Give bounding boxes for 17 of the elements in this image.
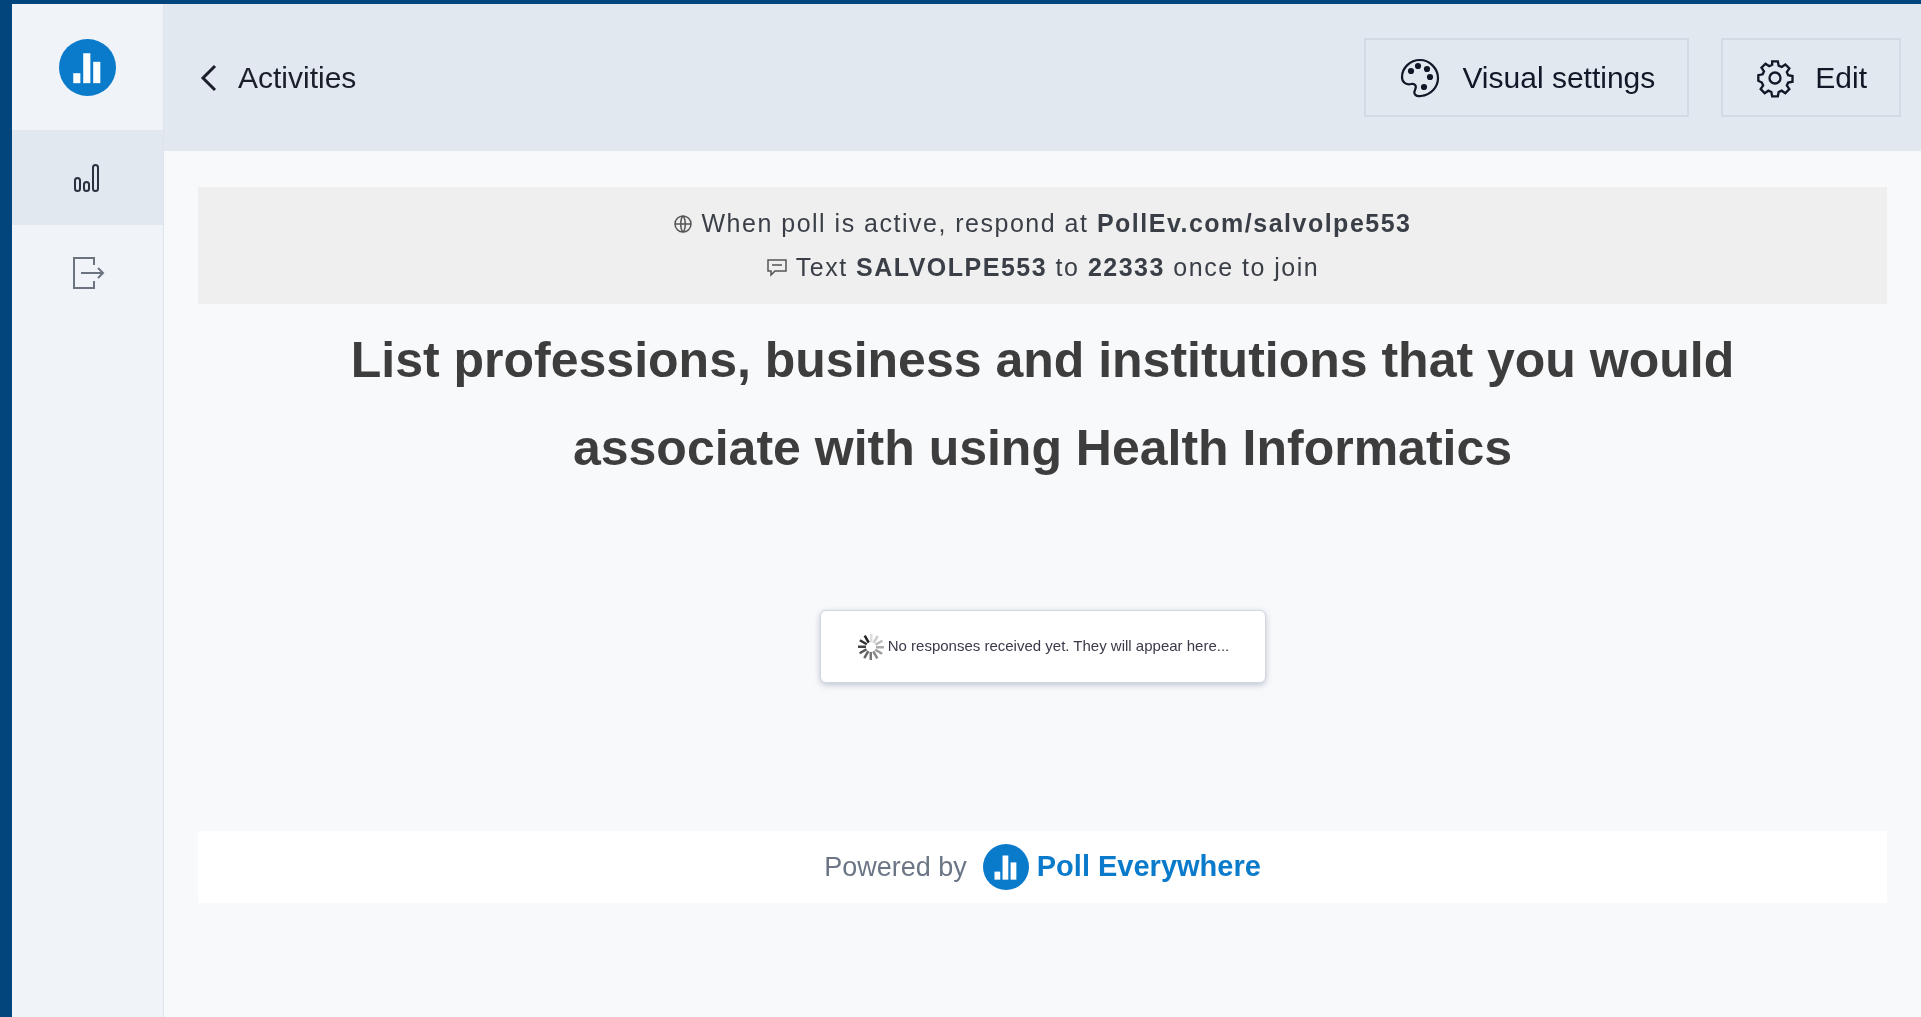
globe-icon: [673, 213, 694, 234]
brand-name: Poll Everywhere: [1036, 849, 1261, 885]
back-icon: [200, 62, 218, 93]
sidebar-item[interactable]: [12, 130, 163, 225]
text-instruction: Text SALVOLPE553 to 22333 once to join: [795, 251, 1320, 283]
poll-question: List professions, business and institutions that you would associate with using Health Informatics: [349, 331, 1736, 478]
visual-settings-button[interactable]: Visual settings: [1364, 38, 1690, 117]
sms-icon: [765, 257, 788, 278]
settings-icon: [1755, 57, 1796, 98]
respond-instruction: When poll is active, respond at PollEv.com/salvolpe553: [701, 208, 1412, 239]
spinner-icon: [855, 631, 886, 662]
back-link[interactable]: Activities: [200, 55, 357, 100]
edit-button[interactable]: Edit: [1721, 38, 1901, 117]
status-message: No responses received yet. They will appear here...: [887, 636, 1230, 657]
logo-icon: [59, 38, 116, 96]
powered-by-label: Powered by: [824, 850, 967, 884]
brand-logo-icon: [982, 844, 1029, 890]
